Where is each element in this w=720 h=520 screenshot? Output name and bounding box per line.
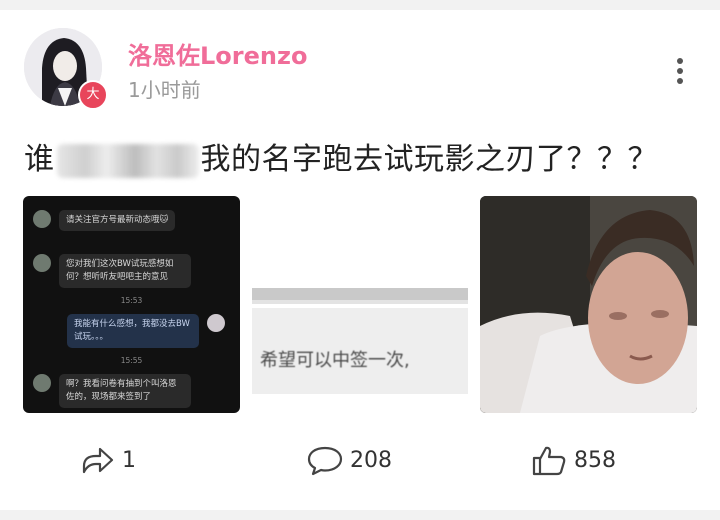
post-image-caption[interactable]: 希望可以中签一次, bbox=[252, 196, 468, 413]
username[interactable]: 洛恩佐Lorenzo bbox=[128, 36, 307, 71]
meme-caption: 希望可以中签一次, bbox=[260, 350, 410, 371]
level-badge: 大 bbox=[78, 80, 108, 110]
share-button[interactable]: 1 bbox=[80, 444, 136, 476]
thumbs-up-icon bbox=[532, 446, 566, 476]
comment-icon bbox=[307, 446, 343, 476]
chat-timestamp: 15:53 bbox=[120, 296, 143, 305]
chat-message: 请关注官方号最新动态哦🐱 bbox=[33, 210, 176, 231]
caption-band: 希望可以中签一次, bbox=[252, 308, 468, 394]
post-text-start: 谁 bbox=[24, 142, 55, 177]
chat-message: 啊？我看问卷有抽到个叫洛恩佐的，现场都来签到了 bbox=[33, 374, 191, 408]
more-options-icon[interactable] bbox=[666, 54, 694, 88]
blurred-name bbox=[56, 143, 199, 178]
chat-bubble: 我能有什么感想，我都没去BW试玩。。。 bbox=[67, 314, 199, 348]
chat-avatar bbox=[33, 254, 51, 272]
chat-message: 我能有什么感想，我都没去BW试玩。。。 bbox=[67, 314, 225, 348]
post-time: 1小时前 bbox=[128, 78, 201, 102]
share-count: 1 bbox=[122, 447, 136, 473]
comment-button[interactable]: 208 bbox=[306, 444, 392, 476]
chat-avatar bbox=[207, 314, 225, 332]
comment-count: 208 bbox=[350, 447, 392, 473]
chat-bubble: 您对我们这次BW试玩感想如何？想听听友吧吧主的意见 bbox=[59, 254, 191, 288]
post-image-chat[interactable]: 请关注官方号最新动态哦🐱 您对我们这次BW试玩感想如何？想听听友吧吧主的意见 1… bbox=[23, 196, 240, 413]
post-card: 大 洛恩佐Lorenzo 1小时前 谁 我的名字跑去试玩影之刃了？？？ 请关注官方… bbox=[0, 10, 720, 510]
like-count: 858 bbox=[574, 447, 616, 473]
chat-timestamp: 15:55 bbox=[120, 356, 143, 365]
like-button[interactable]: 858 bbox=[530, 444, 616, 476]
post-text-end: 我的名字跑去试玩影之刃了？？？ bbox=[200, 142, 658, 177]
chat-avatar bbox=[33, 210, 51, 228]
post-text: 谁 我的名字跑去试玩影之刃了？？？ bbox=[24, 134, 658, 178]
chat-bubble: 请关注官方号最新动态哦🐱 bbox=[59, 210, 176, 231]
chat-bubble: 啊？我看问卷有抽到个叫洛恩佐的，现场都来签到了 bbox=[59, 374, 191, 408]
chat-avatar bbox=[33, 374, 51, 392]
image-band bbox=[252, 288, 468, 300]
image-band bbox=[252, 300, 468, 304]
post-image-photo[interactable] bbox=[480, 196, 697, 413]
chat-message: 您对我们这次BW试玩感想如何？想听听友吧吧主的意见 bbox=[33, 254, 191, 288]
share-icon bbox=[82, 447, 114, 474]
feed-divider bbox=[0, 510, 720, 520]
